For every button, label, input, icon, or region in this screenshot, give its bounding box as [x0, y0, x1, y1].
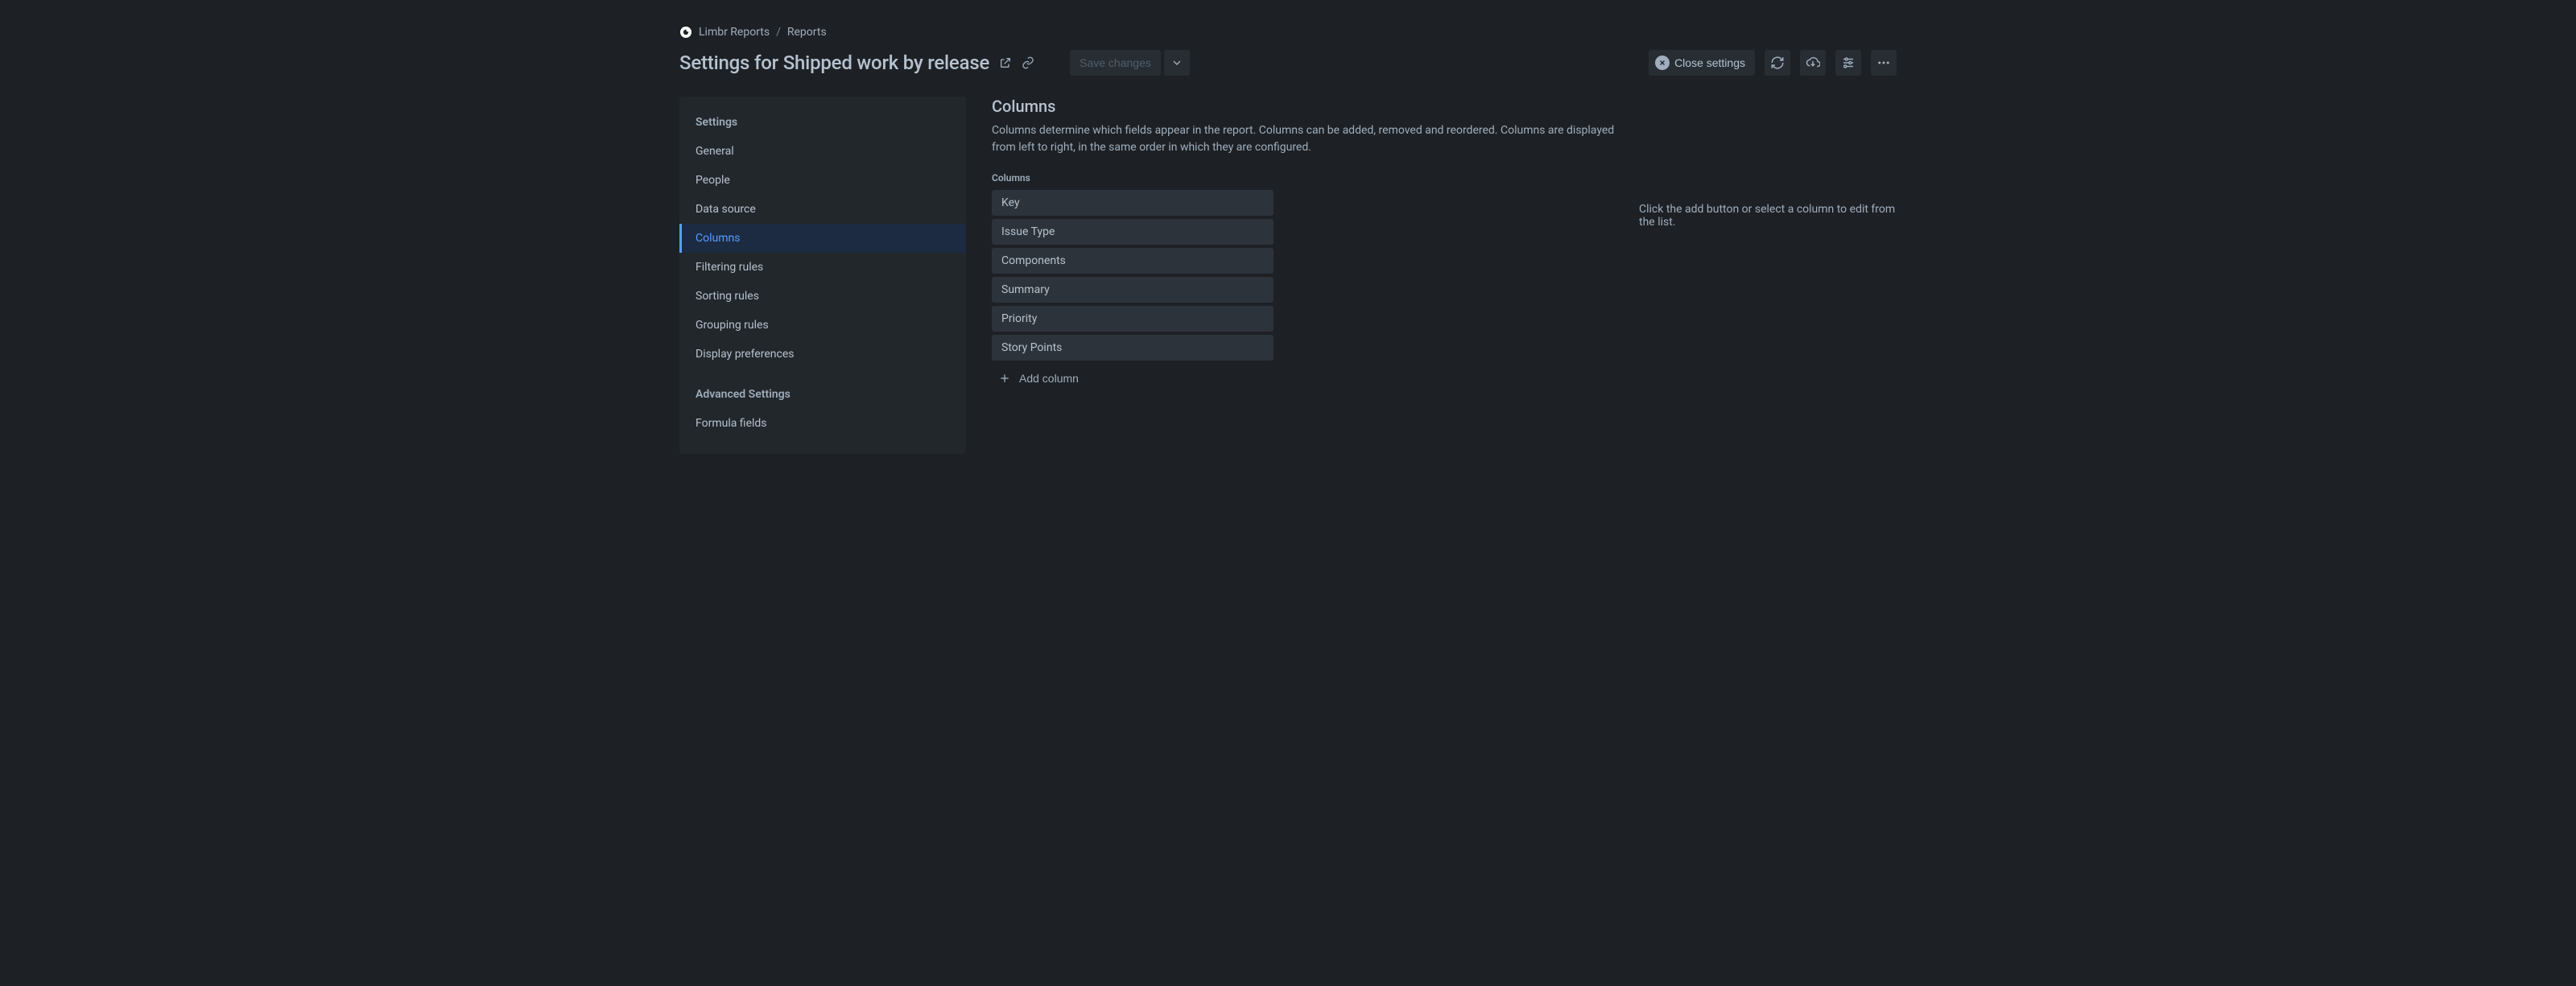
- sidebar-section-advanced: Advanced Settings: [679, 382, 966, 409]
- download-button[interactable]: [1800, 50, 1826, 76]
- sidebar-item-filtering-rules[interactable]: Filtering rules: [679, 253, 966, 282]
- settings-sidebar: Settings General People Data source Colu…: [679, 97, 966, 454]
- link-icon[interactable]: [1018, 53, 1038, 72]
- column-item-components[interactable]: Components: [992, 248, 1274, 274]
- breadcrumb-reports-link[interactable]: Reports: [787, 26, 827, 39]
- plus-icon: [997, 370, 1013, 386]
- column-item-priority[interactable]: Priority: [992, 306, 1274, 332]
- sidebar-item-people[interactable]: People: [679, 166, 966, 195]
- save-changes-button[interactable]: Save changes: [1070, 50, 1161, 76]
- sidebar-item-grouping-rules[interactable]: Grouping rules: [679, 311, 966, 340]
- columns-list: Key Issue Type Components Summary Priori…: [992, 190, 1274, 361]
- columns-heading: Columns: [992, 97, 1620, 116]
- column-item-key[interactable]: Key: [992, 190, 1274, 216]
- column-edit-hint: Click the add button or select a column …: [1639, 203, 1897, 454]
- column-item-issue-type[interactable]: Issue Type: [992, 219, 1274, 245]
- close-settings-label: Close settings: [1674, 56, 1745, 69]
- breadcrumb: Limbr Reports / Reports: [657, 0, 1919, 39]
- sidebar-section-settings: Settings: [679, 109, 966, 137]
- breadcrumb-app-link[interactable]: Limbr Reports: [699, 26, 770, 39]
- close-circle-icon: [1655, 56, 1670, 70]
- refresh-button[interactable]: [1765, 50, 1790, 76]
- save-dropdown-button[interactable]: [1164, 50, 1190, 76]
- main-panel: Columns Columns determine which fields a…: [992, 97, 1897, 454]
- add-column-button[interactable]: Add column: [992, 361, 1084, 386]
- columns-description: Columns determine which fields appear in…: [992, 122, 1620, 156]
- page-header: Settings for Shipped work by release Sav…: [657, 39, 1919, 84]
- column-item-summary[interactable]: Summary: [992, 277, 1274, 303]
- sidebar-item-display-preferences[interactable]: Display preferences: [679, 340, 966, 369]
- sidebar-item-sorting-rules[interactable]: Sorting rules: [679, 282, 966, 311]
- columns-list-label: Columns: [992, 172, 1620, 184]
- sidebar-item-formula-fields[interactable]: Formula fields: [679, 409, 966, 438]
- sidebar-item-data-source[interactable]: Data source: [679, 195, 966, 224]
- close-settings-button[interactable]: Close settings: [1649, 50, 1755, 76]
- more-actions-button[interactable]: [1871, 50, 1897, 76]
- column-item-story-points[interactable]: Story Points: [992, 335, 1274, 361]
- settings-sliders-button[interactable]: [1835, 50, 1861, 76]
- sidebar-item-general[interactable]: General: [679, 137, 966, 166]
- open-external-icon[interactable]: [996, 53, 1015, 72]
- page-title: Settings for Shipped work by release: [679, 52, 989, 74]
- sidebar-item-columns[interactable]: Columns: [679, 224, 966, 253]
- breadcrumb-separator: /: [776, 26, 781, 39]
- add-column-label: Add column: [1019, 372, 1079, 385]
- app-logo-icon: [679, 26, 692, 39]
